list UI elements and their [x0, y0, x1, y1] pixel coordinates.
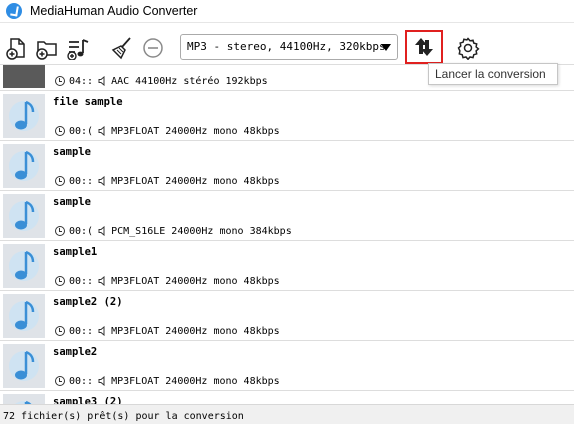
list-item[interactable]: sample 00:( PCM_S16LE 24000Hz mono 384kb… — [0, 191, 574, 241]
format-select-value: MP3 - stereo, 44100Hz, 320kbps — [187, 40, 386, 53]
music-note-icon — [3, 144, 45, 188]
file-title: sample2 — [53, 346, 98, 358]
file-info: MP3FLOAT 24000Hz mono 48kbps — [111, 325, 280, 337]
convert-tooltip: Lancer la conversion — [428, 63, 558, 85]
clock-icon — [55, 276, 65, 286]
convert-button[interactable] — [405, 30, 443, 64]
file-duration: 00:: — [69, 175, 94, 187]
list-item[interactable]: sample3 (2) — [0, 391, 574, 404]
speaker-icon — [98, 76, 105, 86]
settings-button[interactable] — [455, 35, 481, 61]
music-note-icon — [3, 94, 45, 138]
clock-icon — [55, 326, 65, 336]
broom-icon — [111, 37, 131, 60]
file-title: sample1 — [53, 246, 98, 258]
convert-icon — [415, 38, 433, 56]
file-meta: 04:: AAC 44100Hz stéréo 192kbps — [55, 74, 268, 88]
add-folder-icon — [36, 41, 57, 60]
file-info: AAC 44100Hz stéréo 192kbps — [111, 75, 268, 87]
list-item[interactable]: sample 00:: MP3FLOAT 24000Hz mono 48kbps — [0, 141, 574, 191]
file-info: MP3FLOAT 24000Hz mono 48kbps — [111, 375, 280, 387]
list-item[interactable]: file sample 00:( MP3FLOAT 24000Hz mono 4… — [0, 91, 574, 141]
file-meta: 00:: MP3FLOAT 24000Hz mono 48kbps — [55, 324, 280, 338]
music-note-icon — [3, 294, 45, 338]
speaker-icon — [98, 376, 105, 386]
speaker-icon — [98, 126, 105, 136]
file-meta: 00:: MP3FLOAT 24000Hz mono 48kbps — [55, 174, 280, 188]
file-info: PCM_S16LE 24000Hz mono 384kbps — [111, 225, 292, 237]
clear-list-button[interactable] — [109, 35, 135, 61]
file-title: file sample — [53, 96, 123, 108]
clock-icon — [55, 76, 65, 86]
file-title: sample3 (2) — [53, 396, 123, 404]
file-title: sample — [53, 146, 91, 158]
clock-icon — [55, 176, 65, 186]
music-note-icon — [3, 394, 45, 404]
list-item[interactable]: sample1 00:: MP3FLOAT 24000Hz mono 48kbp… — [0, 241, 574, 291]
file-title: sample — [53, 196, 91, 208]
clock-icon — [55, 376, 65, 386]
music-note-icon — [3, 194, 45, 238]
app-logo-icon — [6, 3, 22, 19]
file-duration: 00:: — [69, 375, 94, 387]
file-duration: 00:: — [69, 325, 94, 337]
remove-button[interactable] — [140, 35, 166, 61]
file-meta: 00:( PCM_S16LE 24000Hz mono 384kbps — [55, 224, 292, 238]
speaker-icon — [98, 176, 105, 186]
file-info: MP3FLOAT 24000Hz mono 48kbps — [111, 275, 280, 287]
file-meta: 00:: MP3FLOAT 24000Hz mono 48kbps — [55, 374, 280, 388]
file-info: MP3FLOAT 24000Hz mono 48kbps — [111, 125, 280, 137]
clock-icon — [55, 226, 65, 236]
album-art — [3, 65, 45, 88]
file-duration: 04:: — [69, 75, 94, 87]
file-title: sample2 (2) — [53, 296, 123, 308]
file-info: MP3FLOAT 24000Hz mono 48kbps — [111, 175, 280, 187]
music-note-icon — [3, 244, 45, 288]
add-file-icon — [6, 38, 25, 60]
speaker-icon — [98, 226, 105, 236]
window-title: MediaHuman Audio Converter — [30, 4, 198, 18]
format-select[interactable]: MP3 - stereo, 44100Hz, 320kbps — [180, 34, 398, 60]
list-item[interactable]: sample2 (2) 00:: MP3FLOAT 24000Hz mono 4… — [0, 291, 574, 341]
status-bar: 72 fichier(s) prêt(s) pour la conversion — [0, 404, 574, 424]
music-note-icon — [3, 344, 45, 388]
playlist-icon — [67, 39, 89, 60]
speaker-icon — [98, 276, 105, 286]
file-duration: 00:( — [69, 225, 94, 237]
title-bar: MediaHuman Audio Converter — [0, 0, 574, 22]
remove-icon — [143, 38, 163, 58]
file-duration: 00:: — [69, 275, 94, 287]
file-duration: 00:( — [69, 125, 94, 137]
dropdown-arrow-icon — [381, 44, 391, 51]
speaker-icon — [98, 326, 105, 336]
toolbar: MP3 - stereo, 44100Hz, 320kbps — [0, 22, 574, 64]
add-folder-button[interactable] — [34, 35, 60, 61]
file-list[interactable]: 04:: AAC 44100Hz stéréo 192kbps file sam… — [0, 64, 574, 404]
file-meta: 00:( MP3FLOAT 24000Hz mono 48kbps — [55, 124, 280, 138]
gear-icon — [457, 37, 480, 60]
file-meta: 00:: MP3FLOAT 24000Hz mono 48kbps — [55, 274, 280, 288]
add-file-button[interactable] — [4, 35, 30, 61]
clock-icon — [55, 126, 65, 136]
add-playlist-button[interactable] — [66, 35, 92, 61]
list-item[interactable]: sample2 00:: MP3FLOAT 24000Hz mono 48kbp… — [0, 341, 574, 391]
